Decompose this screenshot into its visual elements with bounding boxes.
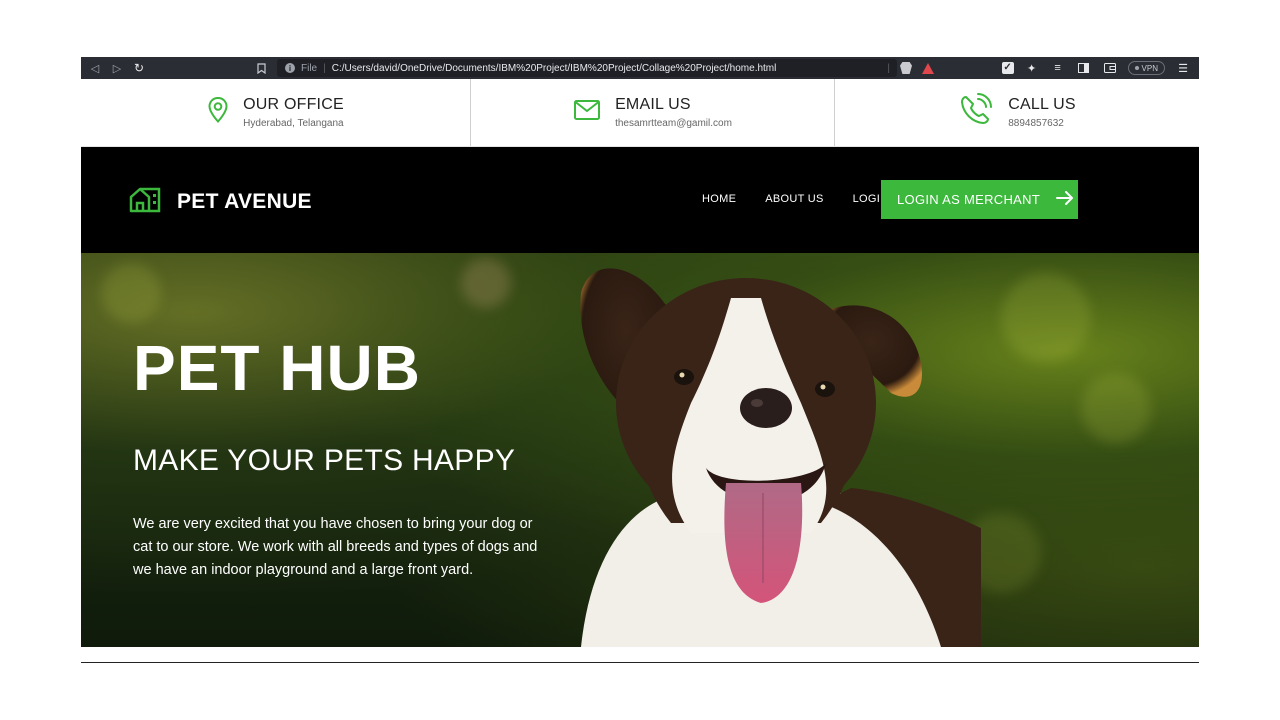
- hero-tagline: MAKE YOUR PETS HAPPY: [133, 444, 516, 477]
- arrow-right-icon: [1056, 191, 1074, 208]
- brand-name: PET AVENUE: [177, 189, 312, 213]
- location-pin-icon: [207, 96, 229, 129]
- vpn-label: VPN: [1141, 63, 1158, 73]
- contact-office: OUR OFFICE Hyderabad, Telangana: [81, 79, 471, 146]
- nav-links: HOME ABOUT US LOGIN: [702, 193, 888, 205]
- sidebar-icon[interactable]: [1076, 60, 1092, 76]
- contact-phone: CALL US 8894857632: [835, 79, 1199, 146]
- menu-icon[interactable]: ☰: [1175, 60, 1191, 76]
- vpn-button[interactable]: VPN: [1127, 61, 1165, 75]
- contact-title: CALL US: [1008, 95, 1076, 113]
- url-text[interactable]: C:/Users/david/OneDrive/Documents/IBM%20…: [332, 63, 777, 74]
- address-bar[interactable]: i File | C:/Users/david/OneDrive/Documen…: [277, 59, 897, 77]
- checkbox-extension-icon[interactable]: ✓: [1001, 62, 1014, 74]
- extensions-icon[interactable]: ✦: [1024, 60, 1040, 76]
- contact-title: EMAIL US: [615, 95, 691, 113]
- brave-rewards-icon[interactable]: [922, 62, 934, 74]
- vpn-status-dot: [1134, 66, 1139, 70]
- reload-icon[interactable]: ↻: [131, 60, 147, 76]
- playlist-icon[interactable]: ≡: [1050, 60, 1066, 76]
- contact-email: EMAIL US thesamrtteam@gamil.com: [471, 79, 835, 146]
- hero-title: PET HUB: [133, 332, 421, 404]
- browser-toolbar: ◁ ▷ ↻ i File | C:/Users/david/OneDrive/D…: [81, 57, 1199, 79]
- envelope-icon: [573, 99, 601, 126]
- url-scheme: File: [301, 62, 318, 74]
- nav-home[interactable]: HOME: [702, 193, 736, 205]
- bokeh-light: [461, 258, 511, 308]
- merchant-button-label: LOGIN AS MERCHANT: [897, 192, 1041, 207]
- contact-detail: Hyderabad, Telangana: [243, 117, 344, 129]
- brand-logo[interactable]: PET AVENUE: [129, 185, 312, 218]
- url-separator: |: [323, 62, 326, 74]
- bokeh-light: [1081, 373, 1151, 443]
- forward-icon[interactable]: ▷: [109, 60, 125, 76]
- bokeh-light: [1001, 273, 1091, 363]
- dog-photo: [580, 268, 981, 647]
- url-divider: |: [887, 62, 890, 74]
- hero-description: We are very excited that you have chosen…: [133, 516, 538, 578]
- section-divider: [81, 662, 1199, 663]
- hero-banner: PET HUB MAKE YOUR PETS HAPPY We are very…: [81, 253, 1199, 647]
- back-icon[interactable]: ◁: [87, 60, 103, 76]
- bookmark-icon[interactable]: [253, 60, 269, 76]
- login-as-merchant-button[interactable]: LOGIN AS MERCHANT: [881, 180, 1078, 219]
- hero-content: PET HUB MAKE YOUR PETS HAPPY We are very…: [133, 333, 553, 582]
- brave-shield-icon[interactable]: [900, 62, 912, 74]
- contact-title: OUR OFFICE: [243, 95, 344, 113]
- info-icon[interactable]: i: [285, 63, 295, 73]
- contact-detail[interactable]: 8894857632: [1008, 117, 1076, 131]
- nav-about-us[interactable]: ABOUT US: [765, 193, 823, 205]
- contact-strip: OUR OFFICE Hyderabad, Telangana EMAIL US…: [81, 79, 1199, 147]
- contact-detail[interactable]: thesamrtteam@gamil.com: [615, 117, 732, 131]
- bokeh-light: [101, 263, 161, 323]
- page-frame: ◁ ▷ ↻ i File | C:/Users/david/OneDrive/D…: [81, 57, 1199, 647]
- main-navbar: PET AVENUE HOME ABOUT US LOGIN LOGIN AS …: [81, 147, 1199, 253]
- house-logo-icon: [129, 185, 163, 218]
- phone-icon: [958, 93, 994, 132]
- wallet-icon[interactable]: [1102, 60, 1118, 76]
